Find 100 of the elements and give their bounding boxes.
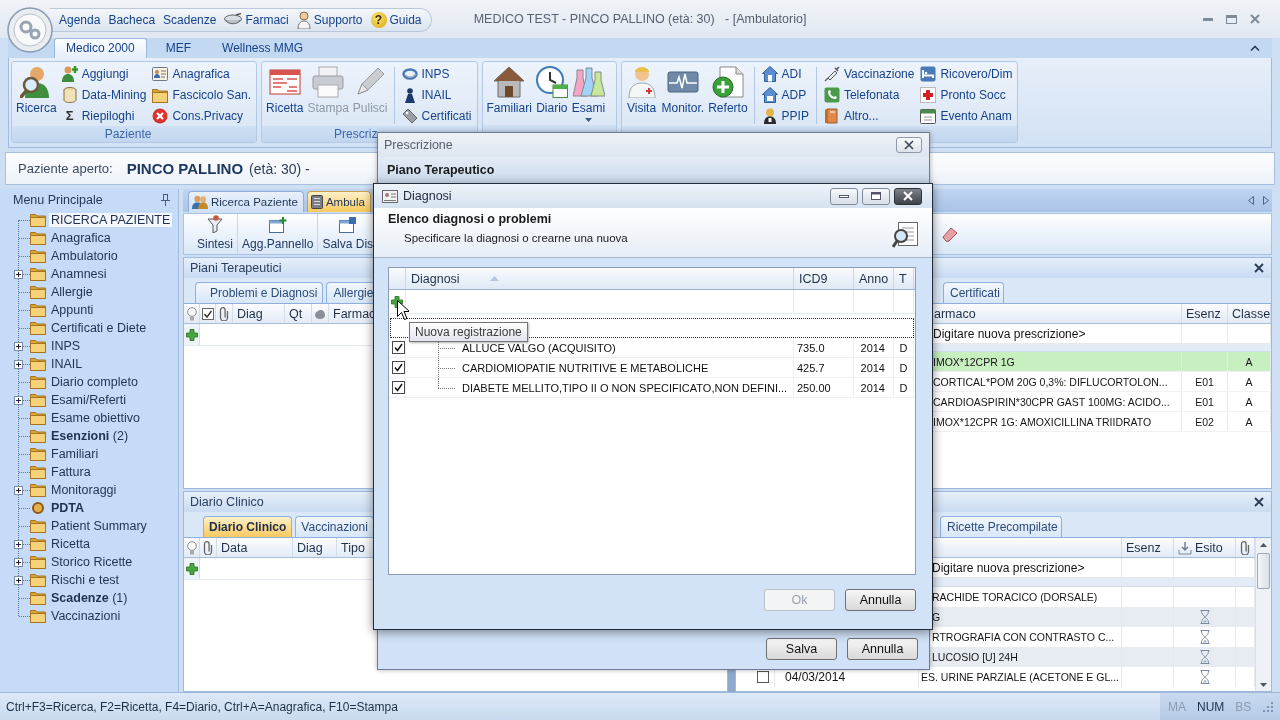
checkbox[interactable] (392, 361, 405, 374)
checkbox[interactable] (392, 381, 405, 394)
column-header[interactable]: Classe (1228, 304, 1271, 323)
tree-item[interactable]: Diario completo (49, 375, 140, 389)
ribbon-button[interactable]: Ricetta (265, 63, 305, 115)
arrow-left-icon[interactable] (1248, 196, 1254, 205)
tree-item[interactable]: Allergie (49, 285, 95, 299)
tree-item[interactable]: Esami/Referti (49, 393, 129, 407)
tree-item[interactable]: Anamnesi (49, 267, 109, 281)
column-header[interactable]: Diag (293, 538, 337, 557)
toolbar-button[interactable]: Sintesi (193, 214, 239, 254)
column-header[interactable]: Esenz (1122, 538, 1174, 557)
ribbon-button[interactable]: Evento Anam (918, 105, 1015, 126)
panel-tab[interactable]: Ricette Precompilate (940, 516, 1062, 537)
tree-item[interactable]: INPS (49, 339, 83, 353)
tree-item[interactable]: Certificati e Diete (49, 321, 149, 335)
resize-grip-icon[interactable] (1262, 700, 1275, 713)
toolbar-button[interactable]: Agenda (58, 10, 102, 30)
ribbon-tab[interactable]: Medico 2000 (54, 38, 147, 58)
ribbon-tab[interactable]: Wellness MMG (210, 38, 316, 58)
ribbon-button[interactable]: Monitor. (660, 63, 706, 115)
expand-icon[interactable] (14, 575, 23, 585)
column-header[interactable]: Qt (285, 304, 312, 323)
tree-item[interactable]: Anagrafica (49, 231, 113, 245)
maximize-icon[interactable] (1226, 14, 1237, 24)
close-icon[interactable] (1254, 263, 1264, 273)
pin-icon[interactable] (161, 194, 170, 206)
close-button[interactable] (894, 187, 922, 205)
tree-item[interactable]: INAIL (49, 357, 85, 371)
scrollbar-thumb[interactable] (1257, 553, 1270, 589)
ribbon-button[interactable]: Diario (534, 63, 569, 115)
tree-item[interactable]: Scadenze (1) (49, 591, 130, 605)
ribbon-button[interactable]: Σ Riepiloghi (59, 105, 149, 126)
vertical-scrollbar[interactable] (1255, 538, 1271, 691)
tree-item[interactable]: Ambulatorio (49, 249, 120, 263)
gears-icon[interactable] (7, 7, 53, 53)
ribbon-button[interactable]: INPS (399, 63, 474, 84)
tree-item[interactable]: Appunti (49, 303, 96, 317)
expand-icon[interactable] (14, 341, 23, 351)
document-tab[interactable]: Ricerca Paziente (188, 191, 304, 212)
tree-item[interactable]: Vaccinazioni (49, 609, 123, 623)
column-header[interactable]: Data (217, 538, 293, 557)
dialog-button[interactable]: Salva (766, 638, 837, 660)
dialog-button[interactable]: Annulla (845, 589, 916, 611)
tree-item[interactable]: Monitoraggi (49, 483, 119, 497)
column-header[interactable]: Diag (233, 304, 285, 323)
expand-icon[interactable] (14, 269, 23, 279)
ribbon-button[interactable]: Ricerca (15, 63, 58, 115)
tree-item[interactable]: Familiari (49, 447, 101, 461)
panel-tab[interactable]: Diario Clinico (203, 516, 293, 537)
ribbon-button[interactable]: Telefonata (821, 84, 917, 105)
expand-icon[interactable] (14, 557, 23, 567)
expand-icon[interactable] (14, 485, 23, 495)
close-button[interactable] (896, 137, 922, 153)
tree-item[interactable]: Rischi e test (49, 573, 122, 587)
tree-item[interactable]: Esenzioni (2) (49, 429, 131, 443)
ribbon-button[interactable]: Esami (570, 63, 607, 122)
ribbon-button[interactable]: Anagrafica (150, 63, 254, 84)
toolbar-button[interactable]: Farmaci (223, 10, 290, 30)
minimize-icon[interactable] (1203, 17, 1213, 21)
expand-icon[interactable] (14, 539, 23, 549)
toolbar-button[interactable]: Supporto (295, 10, 364, 30)
ribbon-button[interactable]: Fascicolo San. (150, 84, 254, 105)
column-header[interactable]: T (894, 268, 914, 289)
arrow-up-icon[interactable] (1260, 543, 1267, 547)
column-header[interactable]: Anno (854, 268, 894, 289)
eraser-icon[interactable] (942, 226, 958, 242)
ribbon-button[interactable]: ADP (759, 84, 811, 105)
close-icon[interactable] (1254, 497, 1264, 507)
column-header[interactable]: Esito (1174, 538, 1236, 557)
column-header[interactable]: Diagnosi (406, 268, 794, 289)
toolbar-button[interactable]: ? Guida (369, 10, 423, 30)
toolbar-button[interactable]: Agg.Pannello (238, 214, 319, 254)
column-header[interactable]: ICD9 (794, 268, 854, 289)
arrow-down-icon[interactable] (1260, 683, 1267, 687)
ribbon-button[interactable]: Visita (624, 63, 659, 115)
table-row[interactable]: IMOX*12CPR 1G A (930, 352, 1271, 372)
panel-tab[interactable]: Problemi e Diagnosi (195, 282, 324, 303)
document-tab[interactable]: Ambula (306, 191, 371, 212)
checkbox[interactable] (392, 341, 405, 354)
panel-tab[interactable]: Certificati (943, 282, 1004, 303)
tree-item[interactable]: Ricetta (49, 537, 92, 551)
tree-item[interactable]: Esame obiettivo (49, 411, 142, 425)
ribbon-button[interactable]: Vaccinazione (821, 63, 917, 84)
ribbon-tab[interactable]: MEF (153, 38, 204, 58)
ribbon-button[interactable]: ADI (759, 63, 811, 84)
dialog-button[interactable]: Annulla (847, 638, 918, 660)
expand-icon[interactable] (14, 359, 23, 369)
ribbon-button[interactable]: Data-Mining (59, 84, 149, 105)
ribbon-button[interactable]: Aggiungi (59, 63, 149, 84)
panel-tab[interactable]: Vaccinazioni (295, 516, 374, 537)
toolbar-button[interactable]: Bacheca (107, 10, 157, 30)
ribbon-button[interactable]: Ricovero/Dim (918, 63, 1015, 84)
ribbon-button[interactable]: Altro... (821, 105, 917, 126)
ribbon-button[interactable]: INAIL (399, 84, 474, 105)
tree-item[interactable]: RICERCA PAZIENTE (49, 213, 173, 227)
ribbon-button[interactable]: Referto (707, 63, 749, 115)
expand-icon[interactable] (14, 395, 23, 405)
toolbar-button[interactable]: Scadenze (162, 10, 218, 30)
ribbon-button[interactable]: Pronto Socc (918, 84, 1015, 105)
